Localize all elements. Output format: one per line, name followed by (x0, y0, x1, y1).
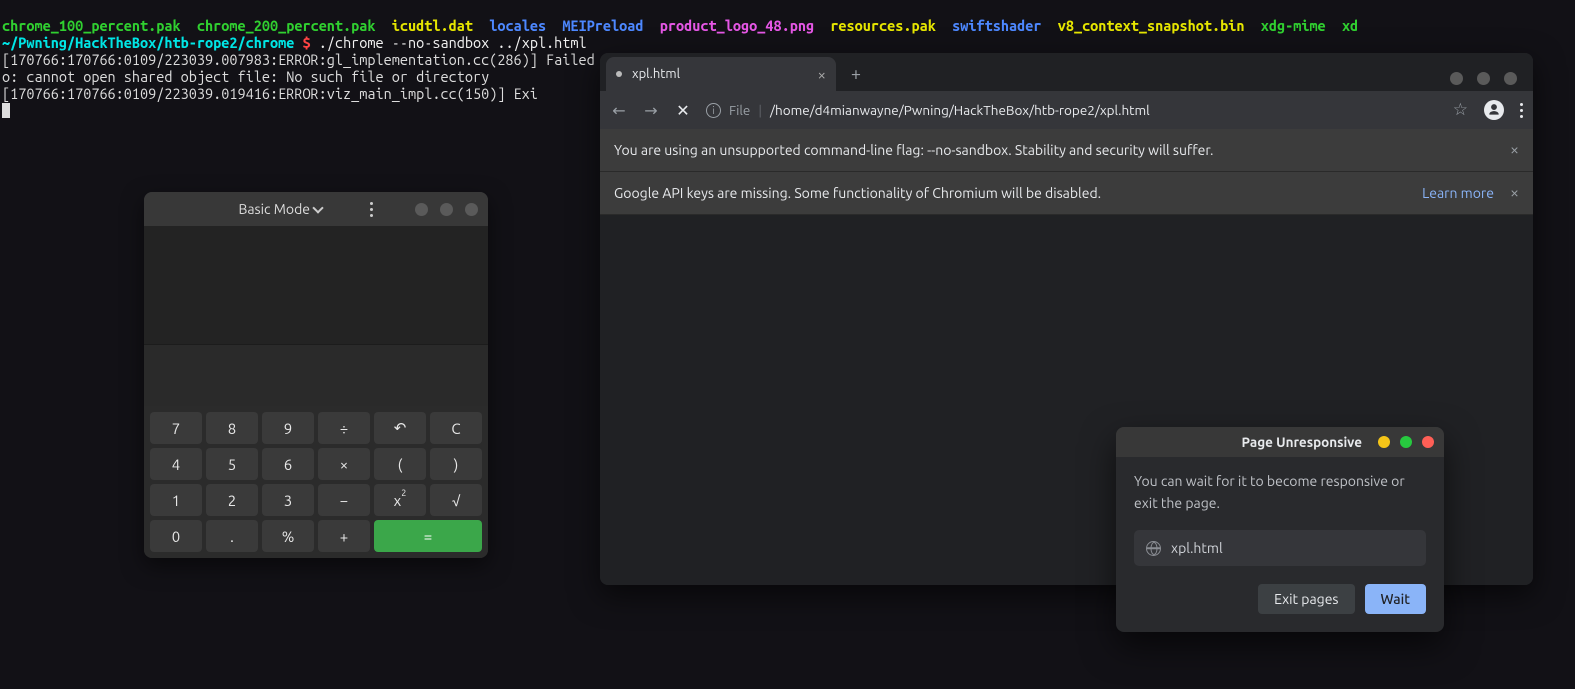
key-minus[interactable]: − (318, 484, 370, 516)
key-7[interactable]: 7 (150, 412, 202, 444)
stderr-line: [170766:170766:0109/223039.019416:ERROR:… (2, 85, 538, 102)
calculator-mode-label: Basic Mode (238, 201, 310, 217)
key-square[interactable]: x2 (374, 484, 426, 516)
nav-back-button[interactable]: ← (610, 101, 628, 120)
page-unresponsive-dialog: Page Unresponsive You can wait for it to… (1116, 427, 1444, 632)
calculator-subdisplay (144, 344, 488, 406)
ls-entry: MEIPreload (562, 17, 643, 34)
profile-avatar-icon[interactable] (1484, 100, 1504, 120)
key-5[interactable]: 5 (206, 448, 258, 480)
key-1[interactable]: 1 (150, 484, 202, 516)
nav-stop-button[interactable]: ✕ (674, 101, 692, 120)
chevron-down-icon (312, 202, 323, 213)
key-dot[interactable]: . (206, 520, 258, 552)
terminal-cursor (2, 103, 10, 118)
window-maximize-icon[interactable] (440, 203, 453, 216)
tab-strip: xpl.html × + (600, 53, 1533, 91)
ls-entry: chrome_200_percent.pak (197, 17, 376, 34)
wait-button[interactable]: Wait (1365, 584, 1426, 614)
unresponsive-page-item: xpl.html (1134, 530, 1426, 566)
ls-entry: v8_context_snapshot.bin (1058, 17, 1245, 34)
typed-command[interactable]: ./chrome --no-sandbox ../xpl.html (319, 34, 587, 51)
calculator-window: Basic Mode 7 8 9 ÷ ↶ C 4 5 6 × ( ) 1 2 3… (144, 192, 488, 558)
ls-entry: chrome_100_percent.pak (2, 17, 181, 34)
infobar-no-sandbox: You are using an unsupported command-lin… (600, 129, 1533, 172)
prompt-path: ~/Pwning/HackTheBox/htb-rope2/chrome (2, 34, 294, 51)
window-minimize-icon[interactable] (1378, 436, 1390, 448)
infobar-text: You are using an unsupported command-lin… (614, 142, 1510, 158)
ls-entry: xdg-mime (1261, 17, 1326, 34)
infobar-api-keys: Google API keys are missing. Some functi… (600, 172, 1533, 215)
bookmark-star-icon[interactable]: ☆ (1453, 100, 1468, 120)
key-plus[interactable]: + (318, 520, 370, 552)
ls-entry: icudtl.dat (392, 17, 473, 34)
calculator-mode-dropdown[interactable]: Basic Mode (238, 201, 322, 217)
calculator-menu-button[interactable] (364, 202, 379, 217)
ls-entry: resources.pak (830, 17, 936, 34)
key-sqrt[interactable]: √ (430, 484, 482, 516)
key-equals[interactable]: = (374, 520, 482, 552)
ls-entry: swiftshader (952, 17, 1041, 34)
key-multiply[interactable]: × (318, 448, 370, 480)
ls-entry: product_logo_48.png (660, 17, 814, 34)
tab-favicon (616, 71, 622, 77)
tab-title: xpl.html (632, 67, 808, 81)
globe-icon (1146, 541, 1161, 556)
key-rparen[interactable]: ) (430, 448, 482, 480)
key-4[interactable]: 4 (150, 448, 202, 480)
key-6[interactable]: 6 (262, 448, 314, 480)
scheme-label: File (729, 102, 750, 118)
infobar-close-icon[interactable]: × (1510, 141, 1519, 159)
window-close-icon[interactable] (1422, 436, 1434, 448)
infobar-text: Google API keys are missing. Some functi… (614, 185, 1422, 201)
unresponsive-page-name: xpl.html (1171, 540, 1223, 556)
new-tab-button[interactable]: + (842, 60, 870, 88)
address-bar[interactable]: i File | /home/d4mianwayne/Pwning/HackTh… (706, 102, 1439, 118)
calculator-display (144, 226, 488, 344)
infobar-close-icon[interactable]: × (1510, 184, 1519, 202)
dialog-body-text: You can wait for it to become responsive… (1116, 457, 1444, 518)
key-clear[interactable]: C (430, 412, 482, 444)
ls-entry: xd (1342, 17, 1358, 34)
prompt-symbol: $ (302, 34, 310, 51)
key-2[interactable]: 2 (206, 484, 258, 516)
browser-toolbar: ← → ✕ i File | /home/d4mianwayne/Pwning/… (600, 91, 1533, 129)
key-8[interactable]: 8 (206, 412, 258, 444)
calculator-keypad: 7 8 9 ÷ ↶ C 4 5 6 × ( ) 1 2 3 − x2 √ 0 .… (144, 406, 488, 558)
window-close-icon[interactable] (465, 203, 478, 216)
window-minimize-icon[interactable] (415, 203, 428, 216)
key-0[interactable]: 0 (150, 520, 202, 552)
separator: | (758, 102, 762, 118)
window-minimize-icon[interactable] (1450, 72, 1463, 85)
key-3[interactable]: 3 (262, 484, 314, 516)
url-path: /home/d4mianwayne/Pwning/HackTheBox/htb-… (770, 102, 1150, 118)
learn-more-link[interactable]: Learn more (1422, 185, 1494, 201)
dialog-titlebar[interactable]: Page Unresponsive (1116, 427, 1444, 457)
nav-forward-button[interactable]: → (642, 101, 660, 120)
dialog-buttons: Exit pages Wait (1116, 566, 1444, 632)
tab-close-icon[interactable]: × (818, 66, 826, 83)
site-info-icon[interactable]: i (706, 103, 721, 118)
key-lparen[interactable]: ( (374, 448, 426, 480)
key-percent[interactable]: % (262, 520, 314, 552)
window-close-icon[interactable] (1504, 72, 1517, 85)
window-maximize-icon[interactable] (1477, 72, 1490, 85)
calculator-header[interactable]: Basic Mode (144, 192, 488, 226)
stderr-line: o: cannot open shared object file: No su… (2, 68, 489, 85)
window-maximize-icon[interactable] (1400, 436, 1412, 448)
exit-pages-button[interactable]: Exit pages (1258, 584, 1354, 614)
key-9[interactable]: 9 (262, 412, 314, 444)
dialog-title: Page Unresponsive (1126, 434, 1368, 450)
browser-menu-button[interactable] (1520, 103, 1523, 118)
key-divide[interactable]: ÷ (318, 412, 370, 444)
ls-entry: locales (489, 17, 546, 34)
browser-tab[interactable]: xpl.html × (606, 57, 836, 91)
key-undo[interactable]: ↶ (374, 412, 426, 444)
